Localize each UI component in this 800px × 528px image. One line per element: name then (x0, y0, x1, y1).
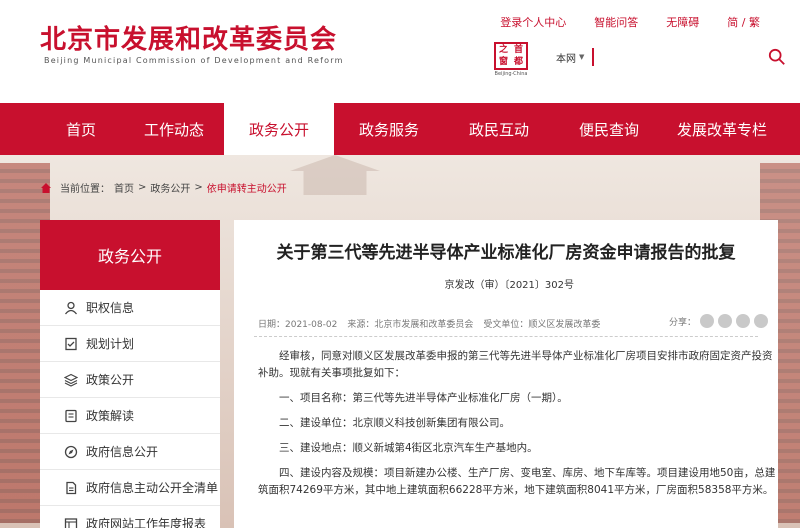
share-label: 分享： (668, 317, 696, 328)
sidebar-item-label: 政府信息公开 (86, 445, 159, 459)
sidebar-item-government-info-open[interactable]: 政府信息公开 (40, 434, 220, 470)
article-body: 经审核，同意对顺义区发展改革委申报的第三代等先进半导体产业标准化厂房项目安排市政… (258, 348, 778, 507)
sidebar-item-planning[interactable]: 规划计划 (40, 326, 220, 362)
article-recipient: 受文单位：顺义区发展改革委 (483, 320, 601, 330)
nav-home[interactable]: 首页 (38, 103, 124, 155)
breadcrumb-current[interactable]: 依申请转主动公开 (207, 180, 287, 195)
nav-reform-column[interactable]: 发展改革专栏 (664, 103, 780, 155)
sidebar-title: 政务公开 (40, 220, 220, 290)
nav-government-affairs-open[interactable]: 政务公开 (224, 103, 334, 155)
nav-convenience-query[interactable]: 便民查询 (554, 103, 664, 155)
seal-char: 都 (513, 57, 523, 67)
chevron-down-icon: ▼ (579, 53, 585, 61)
search-scope-label: 本网 (556, 53, 576, 65)
pavilion-silhouette (290, 155, 380, 195)
document-icon (66, 481, 77, 494)
search-icon[interactable] (768, 48, 786, 66)
article-date: 日期：2021-08-02 (258, 320, 338, 330)
breadcrumb-government-affairs[interactable]: 政务公开 (150, 180, 190, 195)
sidebar-item-label: 政策公开 (86, 373, 135, 387)
seal-char: 窗 (498, 57, 508, 67)
report-icon (64, 517, 78, 528)
site-title[interactable]: 北京市发展和改革委员会 (40, 19, 337, 56)
seal-caption: Beijing·China (494, 71, 528, 77)
qzone-share-icon[interactable] (736, 314, 750, 328)
person-icon (64, 301, 78, 314)
divider (254, 336, 758, 337)
wechat-share-icon[interactable] (700, 314, 714, 328)
home-icon (41, 182, 51, 193)
nav-work-news[interactable]: 工作动态 (124, 103, 224, 155)
article-paragraph: 二、建设单位：北京顺义科技创新集团有限公司。 (279, 417, 510, 429)
article-paragraph: 经审核，同意对顺义区发展改革委申报的第三代等先进半导体产业标准化厂房项目安排市政… (258, 350, 773, 379)
breadcrumb-separator: > (138, 182, 147, 193)
breadcrumb: 当前位置： 首页 > 政务公开 > 依申请转主动公开 (40, 180, 287, 195)
sidebar-item-label: 政府信息主动公开全清单 (86, 481, 219, 495)
weibo-share-icon[interactable] (718, 314, 732, 328)
article-panel: 关于第三代等先进半导体产业标准化厂房资金申请报告的批复 京发改（审）〔2021〕… (234, 220, 778, 528)
search-input[interactable] (592, 48, 753, 66)
article-source: 来源：北京市发展和改革委员会 (347, 320, 474, 330)
main-nav: 首页 工作动态 政务公开 政务服务 政民互动 便民查询 发展改革专栏 (0, 103, 800, 155)
sidebar-item-policy-publication[interactable]: 政策公开 (40, 362, 220, 398)
sidebar-item-annual-report[interactable]: 政府网站工作年度报表 (40, 506, 220, 528)
language-toggle-link[interactable]: 简 / 繁 (727, 14, 760, 30)
layers-icon (64, 373, 78, 387)
more-share-icon[interactable] (754, 314, 768, 328)
seal-char: 首 (513, 45, 523, 55)
article-title: 关于第三代等先进半导体产业标准化厂房资金申请报告的批复 (276, 243, 736, 263)
checklist-icon (65, 337, 77, 350)
smart-qa-link[interactable]: 智能问答 (594, 14, 638, 30)
sidebar-item-proactive-disclosure-list[interactable]: 政府信息主动公开全清单 (40, 470, 220, 506)
breadcrumb-label: 当前位置： (60, 184, 110, 195)
sidebar: 政务公开 职权信息 规划计划 政策公开 政策解读 政府信息公开 政府信息主动公开… (40, 220, 220, 528)
login-link[interactable]: 登录个人中心 (500, 14, 566, 30)
sidebar-item-label: 政府网站工作年度报表 (86, 517, 207, 528)
site-subtitle: Beijing Municipal Commission of Developm… (44, 56, 344, 65)
sidebar-item-authority-info[interactable]: 职权信息 (40, 290, 220, 326)
accessibility-link[interactable]: 无障碍 (666, 14, 699, 30)
breadcrumb-separator: > (194, 182, 203, 193)
seal-char: 之 (498, 45, 508, 55)
document-number: 京发改（审）〔2021〕302号 (444, 280, 574, 291)
capital-window-logo[interactable]: 之 首 窗 都 Beijing·China (491, 42, 531, 78)
site-header: 北京市发展和改革委员会 Beijing Municipal Commission… (0, 0, 800, 103)
article-paragraph: 一、项目名称：第三代等先进半导体产业标准化厂房（一期）。 (279, 392, 568, 404)
article-paragraph: 三、建设地点：顺义新城第4街区北京汽车生产基地内。 (279, 442, 538, 454)
nav-public-interaction[interactable]: 政民互动 (444, 103, 554, 155)
article-meta: 日期：2021-08-02 来源：北京市发展和改革委员会 受文单位：顺义区发展改… (258, 317, 600, 330)
nav-government-services[interactable]: 政务服务 (334, 103, 444, 155)
sidebar-item-label: 政策解读 (86, 409, 135, 423)
top-links: 登录个人中心 智能问答 无障碍 简 / 繁 (500, 14, 760, 30)
book-icon (65, 409, 77, 422)
sidebar-item-label: 职权信息 (86, 301, 135, 315)
compass-icon (64, 445, 78, 458)
sidebar-item-label: 规划计划 (86, 337, 135, 351)
sidebar-item-policy-interpretation[interactable]: 政策解读 (40, 398, 220, 434)
breadcrumb-home[interactable]: 首页 (114, 180, 134, 195)
article-paragraph: 四、建设内容及规模：项目新建办公楼、生产厂房、变电室、库房、地下车库等。项目建设… (258, 467, 776, 496)
search-scope-select[interactable]: 本网 ▼ (544, 50, 592, 65)
search-bar: 本网 ▼ (544, 44, 796, 70)
share-bar: 分享： (669, 314, 768, 328)
